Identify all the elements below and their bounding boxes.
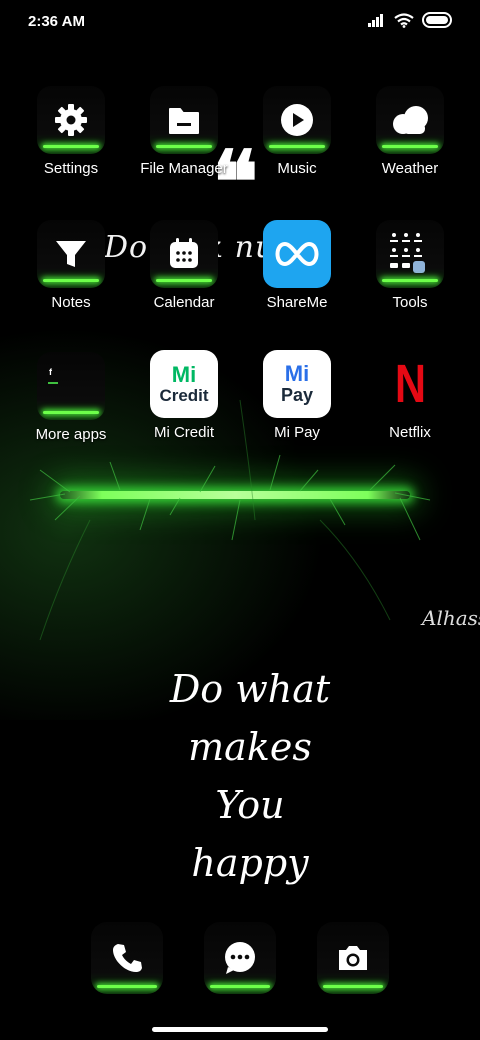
- play-icon: [281, 104, 313, 136]
- quote-line: You: [215, 783, 285, 827]
- wifi-icon: [394, 12, 414, 28]
- app-weather[interactable]: Weather: [355, 86, 465, 206]
- dock-messages[interactable]: [204, 922, 276, 994]
- app-tile[interactable]: Mi Credit: [150, 350, 218, 418]
- wallpaper-signature: Alhass: [422, 606, 480, 630]
- message-icon: [225, 942, 255, 974]
- funnel-icon: [56, 241, 86, 267]
- app-tile[interactable]: [263, 86, 331, 154]
- infinity-icon: [275, 241, 319, 267]
- app-label: Weather: [381, 160, 439, 177]
- app-tile[interactable]: [150, 86, 218, 154]
- camera-icon: [339, 946, 367, 970]
- folder-icon: [169, 108, 199, 134]
- status-bar: 2:36 AM: [0, 0, 480, 44]
- mi-pay-logo-mi: Mi: [284, 361, 310, 386]
- app-tile[interactable]: N: [376, 350, 444, 418]
- app-label: Calendar: [153, 294, 215, 311]
- signal-icon: [368, 14, 383, 27]
- quote-line: Do what: [169, 667, 331, 711]
- status-icons: [368, 12, 454, 28]
- app-label: Tools: [392, 294, 428, 311]
- calendar-icon: [170, 238, 198, 268]
- dock-camera[interactable]: [317, 922, 389, 994]
- folder-icon: f: [48, 367, 58, 384]
- app-label: Music: [277, 160, 317, 177]
- app-tile[interactable]: [37, 86, 105, 154]
- app-tile[interactable]: [37, 220, 105, 288]
- app-tile[interactable]: f: [37, 352, 105, 420]
- app-notes[interactable]: Notes: [16, 220, 126, 340]
- app-tile[interactable]: [263, 220, 331, 288]
- cloud-icon: [393, 106, 428, 134]
- mi-pay-logo-text: Pay: [280, 385, 314, 405]
- app-label: More apps: [35, 426, 107, 443]
- app-mi-pay[interactable]: Mi Pay Mi Pay: [242, 350, 352, 470]
- app-more-apps[interactable]: f More apps: [16, 352, 126, 472]
- app-label: ShareMe: [266, 294, 328, 311]
- gear-icon: [55, 104, 87, 136]
- app-tile[interactable]: [376, 220, 444, 288]
- app-mi-credit[interactable]: Mi Credit Mi Credit: [129, 350, 239, 470]
- quote-line: happy: [191, 841, 309, 885]
- app-tile[interactable]: Mi Pay: [263, 350, 331, 418]
- dock-phone[interactable]: [91, 922, 163, 994]
- app-music[interactable]: Music: [242, 86, 352, 206]
- mi-credit-logo-mi: Mi: [171, 361, 197, 387]
- netflix-logo: N: [394, 354, 426, 414]
- battery-icon: [422, 12, 452, 28]
- app-label: Mi Pay: [274, 424, 320, 441]
- app-tile[interactable]: [150, 220, 218, 288]
- phone-icon: [113, 944, 142, 972]
- mi-credit-logo-text: Credit: [159, 385, 209, 405]
- app-label: Netflix: [389, 424, 431, 441]
- app-label: Mi Credit: [153, 424, 214, 441]
- home-indicator[interactable]: [152, 1027, 328, 1032]
- app-tools[interactable]: Tools: [355, 220, 465, 340]
- app-shareme[interactable]: ShareMe: [242, 220, 352, 340]
- app-file-manager[interactable]: File Manager: [129, 86, 239, 206]
- tools-folder-icon: [390, 233, 425, 273]
- app-tile[interactable]: [376, 86, 444, 154]
- svg-text:f: f: [49, 367, 53, 377]
- app-settings[interactable]: Settings: [16, 86, 126, 206]
- app-label: Settings: [43, 160, 99, 177]
- quote-line: makes: [188, 725, 312, 769]
- app-label: File Manager: [140, 160, 228, 177]
- app-calendar[interactable]: Calendar: [129, 220, 239, 340]
- app-label: Notes: [51, 294, 91, 311]
- status-time: 2:36 AM: [28, 13, 85, 30]
- app-netflix[interactable]: N Netflix: [355, 350, 465, 470]
- wallpaper-quote: Do what makes You happy: [140, 660, 360, 892]
